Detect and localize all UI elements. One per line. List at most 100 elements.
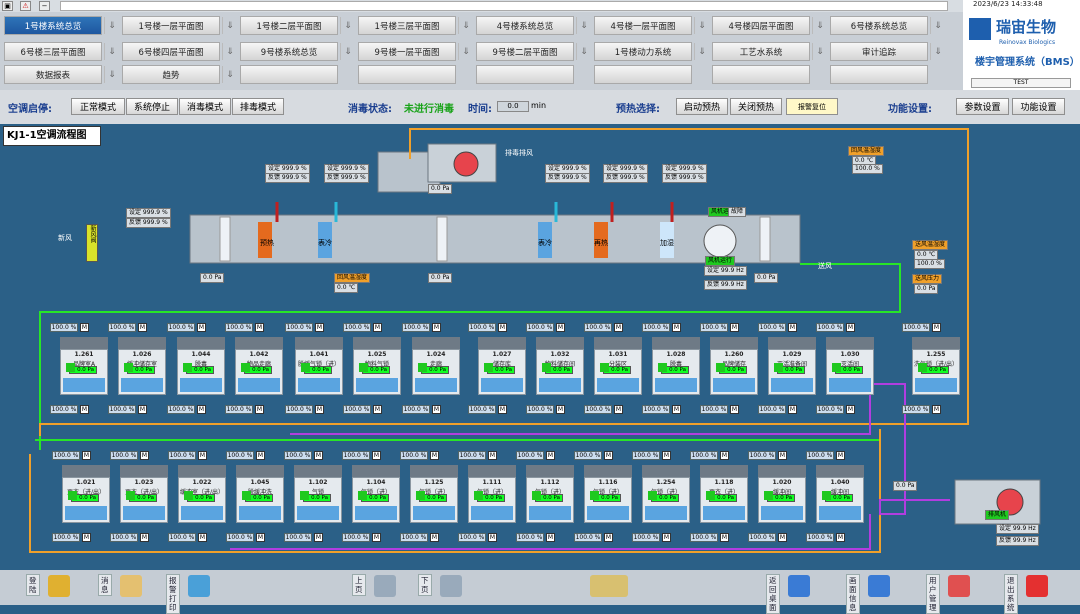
tab-dropdown-icon[interactable]: ⇓ <box>694 17 709 34</box>
damper-actuator-icon[interactable]: M <box>488 451 497 460</box>
damper-actuator-icon[interactable]: M <box>314 451 323 460</box>
damper-actuator-icon[interactable]: M <box>140 451 149 460</box>
tab-4[interactable]: 4号楼系统总览 <box>476 16 574 35</box>
tab-14[interactable]: 工艺水系统 <box>712 42 810 61</box>
damper-actuator-icon[interactable]: M <box>373 323 382 332</box>
tab-dropdown-icon[interactable]: ⇓ <box>930 17 945 34</box>
damper-actuator-icon[interactable]: M <box>604 451 613 460</box>
room-bot-4[interactable]: 1.102 气锁 0.0 Pa <box>294 477 342 523</box>
room-bot-6[interactable]: 1.125 气锁（进） 0.0 Pa <box>410 477 458 523</box>
disinfect-mode-button[interactable]: 消毒模式 <box>179 98 231 115</box>
room-top-11[interactable]: 1.260 品牌储存 0.0 Pa <box>710 349 758 395</box>
tab-empty[interactable] <box>240 65 338 84</box>
damper-actuator-icon[interactable]: M <box>315 323 324 332</box>
normal-mode-button[interactable]: 正常模式 <box>71 98 125 115</box>
nav-1[interactable]: 消息 <box>98 574 112 596</box>
function-button[interactable]: 功能设置 <box>1012 98 1065 115</box>
damper-actuator-icon[interactable]: M <box>80 405 89 414</box>
room-top-14[interactable]: 1.255 洗气锁（进/出） 0.0 Pa <box>912 349 960 395</box>
tab-empty[interactable] <box>358 65 456 84</box>
nav-0[interactable]: 登陆 <box>26 574 40 596</box>
nav-7[interactable]: 用户管理 <box>926 574 940 614</box>
tab-15[interactable]: 审计追踪 <box>830 42 928 61</box>
damper-actuator-icon[interactable]: M <box>836 451 845 460</box>
damper-actuator-icon[interactable]: M <box>932 323 941 332</box>
room-top-5[interactable]: 1.025 物料气锁 0.0 Pa <box>353 349 401 395</box>
damper-actuator-icon[interactable]: M <box>932 405 941 414</box>
tab-16[interactable]: 数据报表 <box>4 65 102 84</box>
damper-actuator-icon[interactable]: M <box>730 405 739 414</box>
nav-5[interactable]: 返回桌面 <box>766 574 780 614</box>
room-top-3[interactable]: 1.042 物品走廊 0.0 Pa <box>235 349 283 395</box>
damper-actuator-icon[interactable]: M <box>315 405 324 414</box>
tab-dropdown-icon[interactable]: ⇓ <box>812 43 827 60</box>
tab-7[interactable]: 6号楼系统总览 <box>830 16 928 35</box>
speaker-icon[interactable] <box>590 575 628 597</box>
tab-empty[interactable] <box>712 65 810 84</box>
damper-actuator-icon[interactable]: M <box>138 405 147 414</box>
room-bot-2[interactable]: 1.022 缓冲室（进/出） 0.0 Pa <box>178 477 226 523</box>
room-top-2[interactable]: 1.044 脱毒 0.0 Pa <box>177 349 225 395</box>
damper-actuator-icon[interactable]: M <box>372 533 381 542</box>
damper-actuator-icon[interactable]: M <box>788 405 797 414</box>
damper-actuator-icon[interactable]: M <box>197 323 206 332</box>
damper-actuator-icon[interactable]: M <box>432 323 441 332</box>
tab-dropdown-icon[interactable]: ⇓ <box>930 43 945 60</box>
damper-actuator-icon[interactable]: M <box>546 451 555 460</box>
damper-actuator-icon[interactable]: M <box>778 533 787 542</box>
room-top-1[interactable]: 1.026 缓冲储存室 0.0 Pa <box>118 349 166 395</box>
nav-icon[interactable] <box>48 575 70 597</box>
tab-dropdown-icon[interactable]: ⇓ <box>222 17 237 34</box>
tab-dropdown-icon[interactable]: ⇓ <box>458 17 473 34</box>
tab-dropdown-icon[interactable]: ⇓ <box>694 43 709 60</box>
tab-dropdown-icon[interactable]: ⇓ <box>104 43 119 60</box>
damper-actuator-icon[interactable]: M <box>256 451 265 460</box>
tab-10[interactable]: 9号楼系统总览 <box>240 42 338 61</box>
tab-dropdown-icon[interactable]: ⇓ <box>576 43 591 60</box>
damper-actuator-icon[interactable]: M <box>198 451 207 460</box>
room-bot-10[interactable]: 1.254 气锁（进） 0.0 Pa <box>642 477 690 523</box>
room-bot-7[interactable]: 1.111 气锁（进） 0.0 Pa <box>468 477 516 523</box>
room-top-6[interactable]: 1.024 走廊 0.0 Pa <box>412 349 460 395</box>
damper-actuator-icon[interactable]: M <box>846 323 855 332</box>
damper-actuator-icon[interactable]: M <box>255 323 264 332</box>
room-top-7[interactable]: 1.027 储存库 0.0 Pa <box>478 349 526 395</box>
room-bot-5[interactable]: 1.104 气锁（进） 0.0 Pa <box>352 477 400 523</box>
tab-empty[interactable] <box>594 65 692 84</box>
damper-actuator-icon[interactable]: M <box>662 533 671 542</box>
damper-actuator-icon[interactable]: M <box>498 323 507 332</box>
tab-dropdown-icon[interactable]: ⇓ <box>104 66 119 83</box>
damper-actuator-icon[interactable]: M <box>604 533 613 542</box>
room-top-0[interactable]: 1.261 品牌室A 0.0 Pa <box>60 349 108 395</box>
damper-actuator-icon[interactable]: M <box>140 533 149 542</box>
alarm-reset-button[interactable]: 报警复位 <box>786 98 838 115</box>
damper-actuator-icon[interactable]: M <box>662 451 671 460</box>
damper-actuator-icon[interactable]: M <box>556 323 565 332</box>
damper-actuator-icon[interactable]: M <box>80 323 89 332</box>
damper-actuator-icon[interactable]: M <box>546 533 555 542</box>
tab-dropdown-icon[interactable]: ⇓ <box>576 17 591 34</box>
damper-actuator-icon[interactable]: M <box>255 405 264 414</box>
tab-5[interactable]: 4号楼一层平面图 <box>594 16 692 35</box>
tab-dropdown-icon[interactable]: ⇓ <box>340 43 355 60</box>
damper-actuator-icon[interactable]: M <box>256 533 265 542</box>
tab-3[interactable]: 1号楼三层平面图 <box>358 16 456 35</box>
damper-actuator-icon[interactable]: M <box>498 405 507 414</box>
tab-dropdown-icon[interactable]: ⇓ <box>812 17 827 34</box>
tab-dropdown-icon[interactable]: ⇓ <box>222 43 237 60</box>
damper-actuator-icon[interactable]: M <box>430 451 439 460</box>
room-bot-8[interactable]: 1.112 气锁（进） 0.0 Pa <box>526 477 574 523</box>
tab-empty[interactable] <box>476 65 574 84</box>
nav-icon[interactable] <box>948 575 970 597</box>
damper-actuator-icon[interactable]: M <box>432 405 441 414</box>
tab-0[interactable]: 1号楼系统总览 <box>4 16 102 35</box>
tab-2[interactable]: 1号楼二层平面图 <box>240 16 338 35</box>
room-bot-12[interactable]: 1.020 缓冲间 0.0 Pa <box>758 477 806 523</box>
tab-13[interactable]: 1号楼动力系统 <box>594 42 692 61</box>
preheat-off-button[interactable]: 关闭预热 <box>730 98 782 115</box>
nav-icon[interactable] <box>440 575 462 597</box>
tab-1[interactable]: 1号楼一层平面图 <box>122 16 220 35</box>
damper-actuator-icon[interactable]: M <box>720 451 729 460</box>
exhaust-mode-button[interactable]: 排毒模式 <box>232 98 284 115</box>
nav-icon[interactable] <box>120 575 142 597</box>
